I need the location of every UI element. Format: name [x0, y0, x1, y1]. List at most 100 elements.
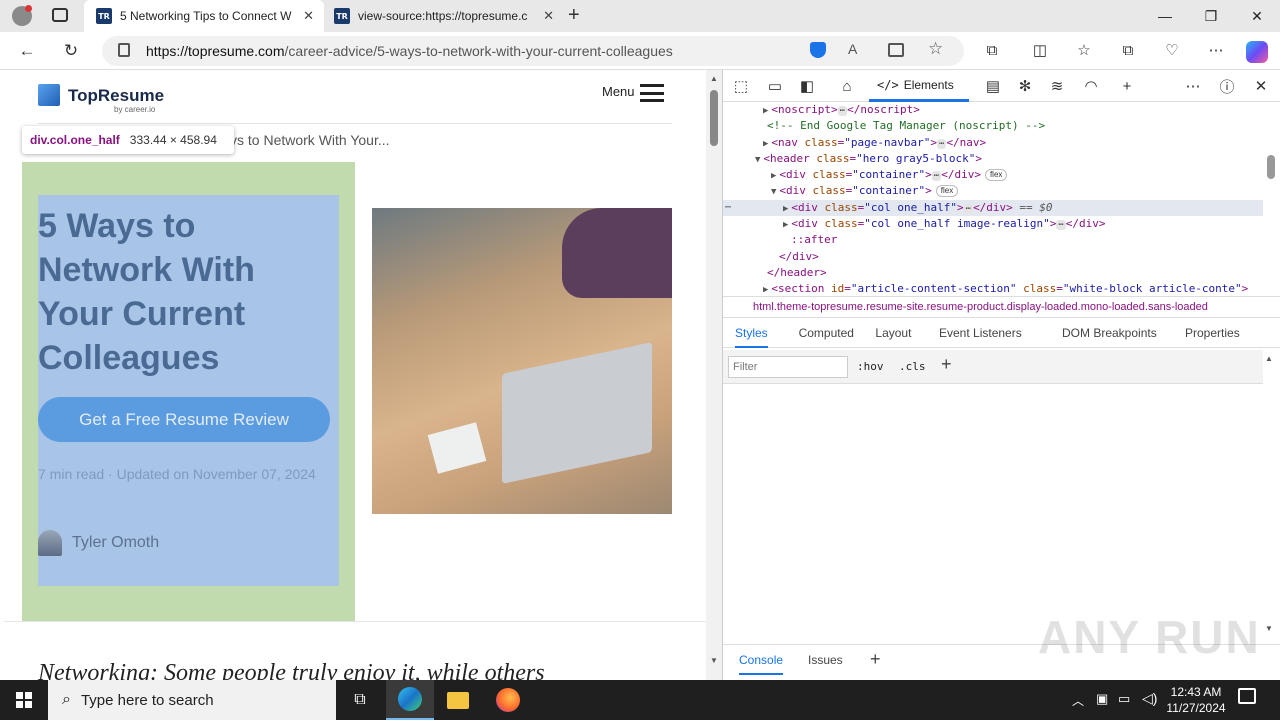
close-tab-icon[interactable]: ✕	[543, 8, 554, 24]
expand-arrow-icon[interactable]: ▶	[763, 139, 768, 149]
styles-tab-styles[interactable]: Styles	[735, 326, 768, 348]
more-tools-icon[interactable]: +	[1113, 70, 1141, 102]
dom-node-line[interactable]: ▶ <div class="col one_half image-realign"…	[723, 216, 1263, 232]
cta-button[interactable]: Get a Free Resume Review	[38, 397, 330, 442]
favorite-star-icon[interactable]: ☆	[928, 39, 943, 59]
close-devtools-icon[interactable]: ✕	[1247, 70, 1275, 102]
expand-arrow-icon[interactable]: ▶	[771, 171, 776, 181]
styles-tab-computed[interactable]: Computed	[799, 326, 854, 340]
cls-toggle[interactable]: .cls	[899, 360, 926, 373]
tray-chevron-icon[interactable]: ︿	[1072, 692, 1084, 709]
author-name[interactable]: Tyler Omoth	[72, 534, 159, 552]
styles-tab-properties[interactable]: Properties	[1185, 326, 1240, 340]
copilot-icon[interactable]	[1246, 41, 1268, 63]
file-explorer-icon[interactable]	[434, 680, 482, 720]
expand-arrow-icon[interactable]: ▶	[763, 285, 768, 292]
dom-node-line[interactable]: ▼ <header class="hero gray5-block">	[723, 151, 1263, 167]
dom-node-line[interactable]: ▶ <section id="article-content-section" c…	[723, 281, 1263, 292]
extensions-icon[interactable]: ⧉	[978, 36, 1006, 64]
dom-node-line[interactable]: ⋯ ▶ <div class="col one_half"> ⋯ </div> == $…	[723, 199, 1263, 217]
new-rule-icon[interactable]: +	[941, 354, 952, 375]
refresh-icon[interactable]: ↻	[56, 36, 86, 66]
tray-device-icon[interactable]: ▣	[1096, 691, 1108, 707]
tab-actions-icon[interactable]	[52, 8, 68, 22]
performance-icon[interactable]: ◠	[1077, 70, 1105, 102]
address-bar[interactable]: https://topresume.com/career-advice/5-wa…	[102, 36, 964, 66]
styles-tab-dom-breakpoints[interactable]: DOM Breakpoints	[1062, 326, 1157, 340]
close-window-icon[interactable]: ✕	[1234, 0, 1280, 32]
dom-node-line[interactable]: </div>	[723, 249, 1263, 265]
network-icon[interactable]: ▭	[1118, 691, 1130, 707]
shield-icon[interactable]	[810, 42, 826, 58]
new-tab-icon[interactable]: +	[568, 4, 580, 27]
topresume-logo[interactable]: TopResume by career.io	[38, 84, 178, 114]
profile-icon[interactable]	[12, 5, 32, 26]
inspect-element-icon[interactable]: ⬚	[727, 70, 755, 102]
split-screen-icon[interactable]: ◫	[1026, 36, 1054, 64]
styles-filter-input[interactable]: Filter	[728, 356, 848, 378]
hamburger-icon[interactable]	[640, 84, 664, 102]
tab-elements[interactable]: </> Elements	[869, 70, 969, 102]
drawer-tab-issues[interactable]: Issues	[808, 653, 843, 667]
expand-arrow-icon[interactable]: ▶	[783, 204, 788, 214]
dom-node-line[interactable]: ▶ <div class="container"> ⋯ </div> flex	[723, 167, 1263, 183]
dom-node-line[interactable]: ▼ <div class="container"> flex	[723, 183, 1263, 199]
expand-arrow-icon[interactable]: ▼	[771, 187, 776, 197]
back-icon[interactable]: ←	[12, 36, 42, 66]
clock-date: 11/27/2024	[1166, 701, 1226, 715]
styles-filter-row: Filter :hov .cls +	[723, 350, 1263, 384]
styles-scrollbar-down[interactable]: ▼	[1265, 624, 1273, 633]
dom-node-line[interactable]: </header>	[723, 265, 1263, 281]
minimize-icon[interactable]: —	[1142, 0, 1188, 32]
taskbar-search[interactable]: ⌕ Type here to search	[48, 680, 336, 720]
dom-node-line[interactable]: ▶ <nav class="page-navbar"> ⋯ </nav>	[723, 135, 1263, 151]
lock-icon[interactable]	[118, 43, 130, 57]
dom-node-line[interactable]: <!-- End Google Tag Manager (noscript) -…	[723, 118, 1263, 134]
scrollbar-thumb[interactable]	[710, 90, 718, 146]
favorites-icon[interactable]: ☆	[1070, 36, 1098, 64]
dom-tree[interactable]: ▶ <noscript> ⋯ </noscript> <!-- End Google T…	[723, 102, 1263, 292]
network-wifi-icon[interactable]: ≋	[1043, 70, 1071, 102]
styles-tab-layout[interactable]: Layout	[875, 326, 911, 340]
task-view-icon[interactable]: ⧉	[336, 680, 384, 720]
dom-node-line[interactable]: ::after	[723, 232, 1263, 248]
dom-breadcrumb[interactable]: html.theme-topresume.resume-site.resume-…	[723, 296, 1280, 318]
expand-arrow-icon[interactable]: ▶	[783, 220, 788, 230]
immersive-reader-icon[interactable]	[888, 43, 904, 57]
restore-icon[interactable]: ❐	[1188, 0, 1234, 32]
volume-icon[interactable]: ◁)	[1142, 690, 1157, 707]
dom-scrollbar[interactable]	[1267, 155, 1275, 179]
expand-arrow-icon[interactable]: ▼	[755, 155, 760, 165]
help-icon[interactable]: ⓘ	[1213, 70, 1241, 102]
more-options-icon[interactable]: ⋯	[1202, 36, 1230, 64]
browser-essentials-icon[interactable]: ♡	[1158, 36, 1186, 64]
breadcrumb-path[interactable]: html.theme-topresume.resume-site.resume-…	[753, 301, 1208, 313]
styles-scrollbar[interactable]: ▲	[1265, 354, 1273, 363]
drawer-tab-console[interactable]: Console	[739, 653, 784, 675]
collections-icon[interactable]: ⧉	[1114, 36, 1142, 64]
clock[interactable]: 12:43 AM 11/27/2024	[1164, 684, 1228, 716]
styles-tab-event-listeners[interactable]: Event Listeners	[939, 326, 1022, 340]
close-tab-icon[interactable]: ✕	[303, 8, 314, 24]
dock-side-icon[interactable]: ◧	[793, 70, 821, 102]
firefox-icon[interactable]	[484, 680, 532, 720]
menu-label[interactable]: Menu	[602, 84, 635, 99]
windows-start-icon[interactable]	[0, 680, 48, 720]
notification-icon[interactable]	[1238, 688, 1256, 704]
hov-toggle[interactable]: :hov	[857, 360, 884, 373]
tab-view-source[interactable]: TR view-source:https://topresume.c ✕	[324, 0, 564, 32]
device-emulation-icon[interactable]: ▭	[761, 70, 789, 102]
add-drawer-tab-icon[interactable]: +	[870, 649, 881, 670]
node-menu-icon[interactable]: ⋯	[725, 200, 731, 216]
welcome-home-icon[interactable]: ⌂	[833, 70, 861, 102]
tab-article[interactable]: TR 5 Networking Tips to Connect W ✕	[84, 0, 324, 32]
read-aloud-icon[interactable]: A	[848, 41, 857, 57]
expand-arrow-icon[interactable]: ▶	[763, 106, 768, 116]
devtools-menu-icon[interactable]: ⋯	[1179, 70, 1207, 102]
console-tab-icon[interactable]: ▤	[979, 70, 1007, 102]
dom-node-line[interactable]: ▶ <noscript> ⋯ </noscript>	[723, 102, 1263, 118]
breadcrumb[interactable]: ys to Network With Your...	[230, 132, 390, 148]
page-scrollbar[interactable]: ▲ ▼	[706, 70, 722, 680]
edge-taskbar-icon[interactable]	[386, 680, 434, 720]
sources-bug-icon[interactable]: ✻	[1011, 70, 1039, 102]
